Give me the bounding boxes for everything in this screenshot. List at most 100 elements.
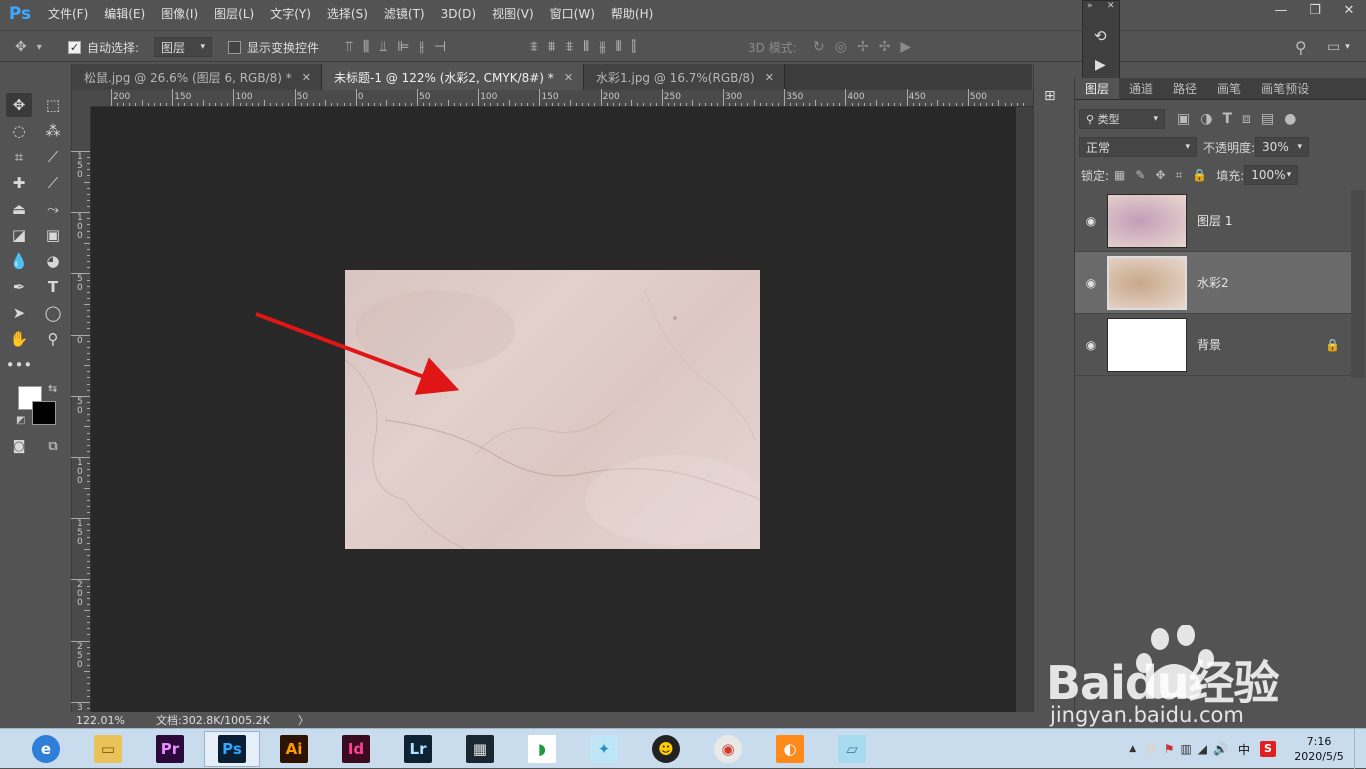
lock-position-icon[interactable]: ✥ <box>1155 168 1165 182</box>
align-hcenter-icon[interactable]: ⫲ <box>419 39 424 55</box>
panel-tab-1[interactable]: 通道 <box>1119 78 1163 99</box>
signal-tray-icon[interactable]: ◢ <box>1198 742 1207 756</box>
3d-pan-icon[interactable]: ✢ <box>857 39 869 55</box>
taskbar-illustrator-button[interactable]: Ai <box>266 731 322 767</box>
auto-align-icon[interactable]: ⫿ <box>632 39 636 55</box>
fill-field[interactable]: 100% ▾ <box>1244 165 1299 185</box>
lock-artboard-icon[interactable]: ⌗ <box>1176 168 1183 183</box>
layers-scrollbar[interactable] <box>1351 190 1365 378</box>
visibility-eye-icon[interactable]: ◉ <box>1075 214 1107 228</box>
hand-tool-icon[interactable]: ✋ <box>6 327 32 351</box>
taskbar-indesign-button[interactable]: Id <box>328 731 384 767</box>
document-tab-2[interactable]: 水彩1.jpg @ 16.7%(RGB/8) ✕ <box>584 64 785 90</box>
layer-thumbnail[interactable] <box>1107 255 1187 310</box>
menu-item-7[interactable]: 3D(D) <box>433 0 484 28</box>
ellipse-tool-icon[interactable]: ◯ <box>40 301 66 325</box>
taskbar-lightroom-button[interactable]: Lr <box>390 731 446 767</box>
horizontal-ruler[interactable]: 200 150 100 50 0 50 100 150 200 250 300 350 400 450 50… <box>91 89 1033 107</box>
type-tool-icon[interactable]: T <box>40 275 66 299</box>
close-tab-icon[interactable]: ✕ <box>302 71 311 84</box>
filter-adjust-icon[interactable]: ◑ <box>1200 111 1212 127</box>
lock-image-icon[interactable]: ✎ <box>1135 168 1145 182</box>
layer-name[interactable]: 图层 1 <box>1197 212 1351 229</box>
menu-item-4[interactable]: 文字(Y) <box>262 0 319 28</box>
opacity-field[interactable]: 30% ▾ <box>1255 137 1310 157</box>
filter-shape-icon[interactable]: ⧈ <box>1242 111 1251 127</box>
lock-all-icon[interactable]: 🔒 <box>1192 168 1207 182</box>
menu-item-5[interactable]: 选择(S) <box>319 0 376 28</box>
taskbar-video-button[interactable]: ▦ <box>452 731 508 767</box>
taskbar-qq-button[interactable]: ☻ <box>638 731 694 767</box>
workspace-button[interactable]: ▭ ▾ <box>1322 31 1350 63</box>
panel-tab-2[interactable]: 路径 <box>1163 78 1207 99</box>
taskbar-umbrella-button[interactable]: ◗ <box>514 731 570 767</box>
eyedropper-tool-icon[interactable]: ⟋ <box>40 145 66 169</box>
dodge-tool-icon[interactable]: ◕ <box>40 249 66 273</box>
panel-tab-0[interactable]: 图层 <box>1075 78 1120 99</box>
document-tab-1[interactable]: 未标题-1 @ 122% (水彩2, CMYK/8#) * ✕ <box>321 64 585 90</box>
clock[interactable]: 7:16 2020/5/5 <box>1284 734 1354 764</box>
background-color-swatch[interactable] <box>32 401 56 425</box>
show-desktop-button[interactable] <box>1354 729 1366 769</box>
taskbar-explorer-button[interactable]: ▭ <box>80 731 136 767</box>
align-left-icon[interactable]: ⊫ <box>397 39 409 55</box>
eraser-tool-icon[interactable]: ◪ <box>6 223 32 247</box>
distribute-bottom-icon[interactable]: ⩨ <box>565 39 573 55</box>
healing-tool-icon[interactable]: ✚ <box>6 171 32 195</box>
stamp-tool-icon[interactable]: ⏏ <box>6 197 32 221</box>
filter-smart-icon[interactable]: ▤ <box>1261 111 1274 127</box>
taskbar-photoshop-button[interactable]: Ps <box>204 731 260 767</box>
distribute-top-icon[interactable]: ⩨ <box>530 39 538 55</box>
restore-button[interactable]: ❐ <box>1298 0 1332 22</box>
lasso-tool-icon[interactable]: ◌ <box>6 119 32 143</box>
path-select-tool-icon[interactable]: ➤ <box>6 301 32 325</box>
default-colors-icon[interactable]: ◩ <box>16 415 25 426</box>
screen-mode-icon[interactable]: ⧉ <box>40 434 66 458</box>
move-tool-icon[interactable]: ✥ <box>6 93 32 117</box>
visibility-eye-icon[interactable]: ◉ <box>1075 276 1107 290</box>
taskbar-notes-button[interactable]: ▱ <box>824 731 880 767</box>
auto-select-checkbox[interactable]: ✓ 自动选择: <box>68 31 139 63</box>
close-tab-icon[interactable]: ✕ <box>564 71 573 84</box>
sogou-ime-icon[interactable]: S <box>1260 741 1276 757</box>
layer-thumbnail[interactable] <box>1107 317 1187 372</box>
show-transform-checkbox[interactable]: 显示变换控件 <box>228 31 319 63</box>
menu-item-1[interactable]: 编辑(E) <box>96 0 153 28</box>
3d-scale-icon[interactable]: ▶ <box>900 39 911 55</box>
menu-item-3[interactable]: 图层(L) <box>206 0 262 28</box>
document-tab-0[interactable]: 松鼠.jpg @ 26.6% (图层 6, RGB/8) * ✕ <box>72 64 322 90</box>
layer-name[interactable]: 背景 <box>1197 336 1325 353</box>
ruler-origin[interactable] <box>72 90 91 107</box>
taskbar-ie-button[interactable]: e <box>18 731 74 767</box>
marquee-tool-icon[interactable]: ⬚ <box>40 93 66 117</box>
history-icon[interactable]: ⟲ <box>1094 27 1107 45</box>
network-tray-icon[interactable]: ▥ <box>1180 742 1191 756</box>
close-icon[interactable]: ✕ <box>1107 1 1115 11</box>
close-button[interactable]: ✕ <box>1332 0 1366 22</box>
volume-icon[interactable]: 🔊 <box>1213 742 1228 756</box>
properties-panel-icon[interactable]: ⊞ <box>1044 88 1056 104</box>
pen-tool-icon[interactable]: ✒ <box>6 275 32 299</box>
expand-icon[interactable]: » <box>1087 1 1093 11</box>
blend-mode-dropdown[interactable]: 正常 ▾ <box>1079 137 1197 157</box>
filter-pixel-icon[interactable]: ▣ <box>1177 111 1190 127</box>
zoom-level[interactable]: 122.01% <box>76 714 154 727</box>
align-bottom-icon[interactable]: ⫫ <box>379 39 387 55</box>
lock-transparent-icon[interactable]: ▦ <box>1114 168 1125 182</box>
distribute-right-icon[interactable]: ⫴ <box>616 39 622 55</box>
vertical-ruler[interactable]: 1 5 01 0 05 005 01 0 01 5 02 0 02 5 03 0… <box>71 107 91 730</box>
minimize-button[interactable]: — <box>1264 0 1298 22</box>
layer-row[interactable]: ◉ 图层 1 <box>1075 190 1351 252</box>
distribute-vcenter-icon[interactable]: ⩩ <box>548 39 555 55</box>
menu-item-9[interactable]: 窗口(W) <box>542 0 603 28</box>
auto-select-dropdown[interactable]: 图层 ▾ <box>154 37 212 57</box>
quick-select-tool-icon[interactable]: ⁂ <box>40 119 66 143</box>
align-vcenter-icon[interactable]: ⫼ <box>363 39 369 55</box>
crop-tool-icon[interactable]: ⌗ <box>6 145 32 169</box>
distribute-left-icon[interactable]: ⫴ <box>583 39 589 55</box>
menu-item-10[interactable]: 帮助(H) <box>603 0 661 28</box>
ime-indicator[interactable]: 中 <box>1238 741 1250 758</box>
visibility-eye-icon[interactable]: ◉ <box>1075 338 1107 352</box>
3d-roll-icon[interactable]: ◎ <box>835 39 847 55</box>
status-menu-arrow[interactable]: 〉 <box>298 712 309 728</box>
